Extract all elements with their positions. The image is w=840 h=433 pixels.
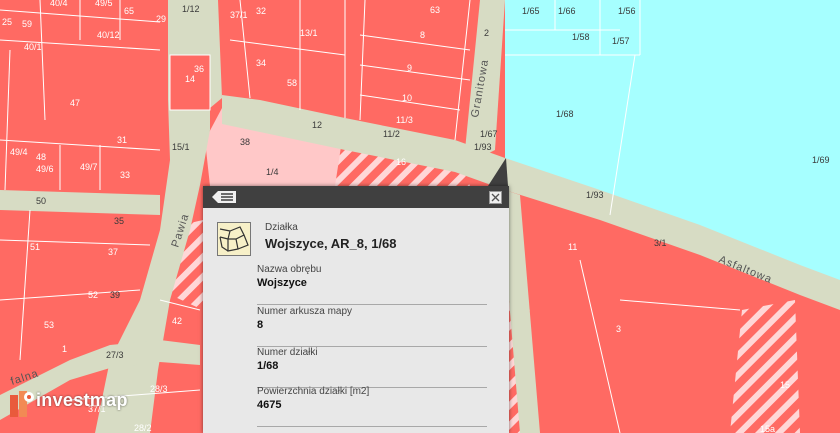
investmap-logo-icon (10, 391, 34, 417)
field-parcel-area: Powierzchnia działki [m2] 4675 (257, 386, 487, 427)
parcel-label: 63 (430, 5, 440, 15)
parcel-label: 28/2 (134, 423, 152, 433)
parcel-label: 49/4 (10, 147, 28, 157)
parcel-label: 10 (402, 93, 412, 103)
parcel-label: 37 (108, 247, 118, 257)
parcel-label: 1/93 (474, 142, 492, 152)
parcel-label: 15/1 (172, 142, 190, 152)
parcel-label: 40/4 (50, 0, 68, 8)
field-label: Powierzchnia działki [m2] (257, 386, 370, 397)
parcel-label: 1/57 (612, 36, 630, 46)
parcel-label: 2 (484, 28, 489, 38)
parcel-label: 13/1 (300, 28, 318, 38)
parcel-label: 36 (194, 64, 204, 74)
parcel-label: 11 (568, 242, 577, 252)
parcel-label: 14 (185, 74, 195, 84)
parcel-label: 51 (30, 242, 40, 252)
parcel-label: 52 (88, 290, 98, 300)
parcel-map-icon (217, 222, 251, 256)
investmap-logo: investmap (8, 389, 158, 419)
parcel-label: 1/12 (182, 4, 200, 14)
parcel-label: 32 (256, 6, 266, 16)
field-value: Wojszyce (257, 277, 307, 289)
close-icon[interactable] (489, 191, 502, 204)
parcel-label: 1 (62, 344, 67, 354)
parcel-label: 40/1 (24, 42, 42, 52)
parcel-label: 33 (120, 170, 130, 180)
parcel-label: 29 (156, 14, 166, 24)
parcel-label: 15 (780, 380, 790, 390)
parcel-label: 49/7 (80, 162, 98, 172)
parcel-label: 40/12 (97, 30, 120, 40)
parcel-label: 27/3 (106, 350, 124, 360)
popup-type-label: Działka (265, 222, 298, 233)
parcel-label: 16 (396, 157, 406, 167)
parcel-label: 50 (36, 196, 46, 206)
parcel-info-popup: Działka Wojszyce, AR_8, 1/68 Nazwa obręb… (203, 186, 509, 433)
parcel-label: 37/1 (230, 10, 248, 20)
parcel-label: 53 (44, 320, 54, 330)
field-label: Numer działki (257, 347, 318, 358)
parcel-label: 59 (22, 19, 32, 29)
parcel-label: 35 (114, 216, 124, 226)
parcel-label: 1/58 (572, 32, 590, 42)
parcel-label: 11/3 (396, 115, 413, 125)
parcel-label: 1/4 (266, 167, 279, 177)
parcel-label: 9 (407, 63, 412, 73)
parcel-label: 15a (760, 424, 775, 433)
field-value: 4675 (257, 399, 282, 411)
field-value: 1/68 (257, 360, 279, 372)
parcel-label: 34 (256, 58, 266, 68)
parcel-label: 31 (117, 135, 127, 145)
parcel-label: 1/93 (586, 190, 604, 200)
parcel-label: 1/56 (618, 6, 636, 16)
parcel-label: 1/67 (480, 129, 498, 139)
parcel-label: 49/5 (95, 0, 113, 8)
parcel-label: 38 (240, 137, 250, 147)
list-icon[interactable] (211, 190, 237, 204)
popup-title: Wojszyce, AR_8, 1/68 (265, 236, 397, 251)
parcel-label: 65 (124, 6, 134, 16)
parcel-label: 47 (70, 98, 80, 108)
field-map-sheet-number: Numer arkusza mapy 8 (257, 306, 487, 347)
parcel-label: 25 (2, 17, 12, 27)
parcel-label: 3 (616, 324, 621, 334)
investmap-logo-text: investmap (36, 390, 128, 410)
parcel-label: 12 (312, 120, 322, 130)
parcel-label: 49/6 (36, 164, 54, 174)
field-precinct-name: Nazwa obrębu Wojszyce (257, 264, 487, 305)
parcel-label: 42 (172, 316, 182, 326)
field-label: Nazwa obrębu (257, 264, 322, 275)
parcel-label: 39 (110, 290, 120, 300)
field-parcel-number: Numer działki 1/68 (257, 347, 487, 388)
field-value: 8 (257, 319, 264, 331)
field-label: Numer arkusza mapy (257, 306, 353, 317)
parcel-label: 11/2 (383, 129, 400, 139)
parcel-label: 3/1 (654, 238, 667, 248)
parcel-label: 48 (36, 152, 46, 162)
parcel-label: 1/68 (556, 109, 574, 119)
parcel-label: 1/69 (812, 155, 830, 165)
popup-header (203, 186, 509, 208)
parcel-label: 1/66 (558, 6, 576, 16)
parcel-label: 58 (287, 78, 297, 88)
parcel-label: 1/65 (522, 6, 540, 16)
parcel-label: 8 (420, 30, 425, 40)
